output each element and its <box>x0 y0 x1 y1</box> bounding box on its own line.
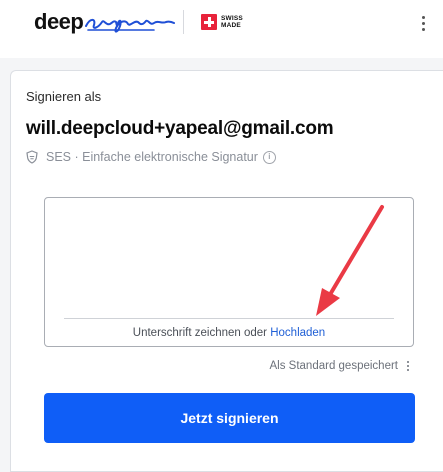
shield-badge-icon <box>26 150 38 164</box>
upload-link[interactable]: Hochladen <box>270 327 325 339</box>
swiss-made-line1: SWISS <box>221 15 243 22</box>
info-circle-icon[interactable]: i <box>262 150 276 164</box>
signature-type-text: SES · Einfache elektronische Signatur <box>46 150 258 164</box>
sign-now-button[interactable]: Jetzt signieren <box>44 393 415 443</box>
swiss-made-line2: MADE <box>221 22 241 29</box>
saved-default-row: Als Standard gespeichert <box>269 360 409 372</box>
saved-options-icon[interactable] <box>407 361 409 371</box>
swiss-made-badge: SWISS MADE <box>201 14 243 30</box>
logo-wordmark-deep: deep <box>34 9 84 34</box>
signer-email: will.deepcloud+yapeal@gmail.com <box>26 118 334 139</box>
kebab-vertical-icon[interactable] <box>416 10 430 36</box>
top-bar: deep SWISS MADE <box>0 0 443 58</box>
signing-as-label: Signieren als <box>26 89 102 104</box>
logo-sign-script <box>85 18 176 33</box>
saved-default-text: Als Standard gespeichert <box>269 360 399 372</box>
signature-baseline <box>64 318 394 319</box>
signature-pad[interactable] <box>44 197 414 347</box>
swiss-flag-icon <box>201 14 217 30</box>
header-divider <box>183 10 184 34</box>
signature-type-row: SES · Einfache elektronische Signatur i <box>26 150 276 164</box>
signature-caption: Unterschrift zeichnen oder Hochladen <box>0 327 443 339</box>
signature-caption-text: Unterschrift zeichnen oder <box>132 327 268 339</box>
deepsign-logo[interactable]: deep <box>34 9 176 35</box>
